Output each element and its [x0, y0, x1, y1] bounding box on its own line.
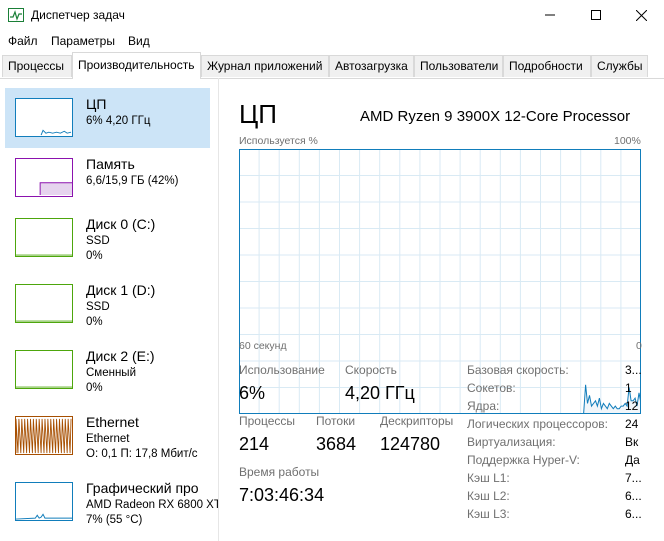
cpu-detail-panel: ЦП AMD Ryzen 9 3900X 12-Core Processor И…: [219, 78, 664, 541]
sidebar-item-disk2[interactable]: Диск 2 (E:) Сменный 0%: [5, 340, 210, 400]
page-title: ЦП: [239, 99, 277, 129]
sidebar-disk2-type: Сменный: [86, 367, 136, 379]
sidebar-disk1-type: SSD: [86, 301, 110, 313]
sidebar-disk0-type: SSD: [86, 235, 110, 247]
minimize-icon: [545, 14, 555, 16]
l1-cache-label: Кэш L1:: [467, 471, 510, 485]
resource-sidebar: ЦП 6% 4,20 ГГц Память 6,6/15,9 ГБ (42%) …: [0, 78, 219, 541]
usage-label: Использование: [239, 363, 325, 377]
graph-y-label: Используется %: [239, 135, 318, 147]
sidebar-gpu-title: Графический про: [86, 480, 199, 496]
title-bar: Диспетчер задач: [0, 0, 664, 30]
virtualization-label: Виртуализация:: [467, 435, 556, 449]
cores-label: Ядра:: [467, 399, 500, 413]
base-speed-value: 3...: [625, 363, 642, 377]
handles-value: 124780: [380, 434, 441, 454]
sidebar-cpu-title: ЦП: [86, 96, 107, 112]
tab-app-history[interactable]: Журнал приложений: [201, 55, 329, 77]
menu-view[interactable]: Вид: [128, 34, 150, 48]
gpu-thumbnail-graph: [15, 482, 73, 521]
task-manager-icon: [8, 8, 24, 22]
close-button[interactable]: [618, 0, 664, 30]
sidebar-ethernet-throughput: О: 0,1 П: 17,8 Мбит/с: [86, 448, 198, 460]
sidebar-item-disk1[interactable]: Диск 1 (D:) SSD 0%: [5, 274, 210, 334]
sockets-label: Сокетов:: [467, 381, 516, 395]
sidebar-gpu-usage: 7% (55 °C): [86, 514, 143, 526]
sidebar-item-ethernet[interactable]: Ethernet Ethernet О: 0,1 П: 17,8 Мбит/с: [5, 406, 210, 466]
tab-users[interactable]: Пользователи: [414, 55, 503, 77]
cores-value: 12: [625, 399, 639, 413]
maximize-button[interactable]: [573, 0, 619, 30]
sidebar-disk1-usage: 0%: [86, 316, 103, 328]
tab-performance[interactable]: Производительность: [72, 52, 201, 79]
l3-cache-value: 6...: [625, 507, 642, 521]
uptime-value: 7:03:46:34: [239, 485, 325, 505]
sockets-value: 1: [625, 381, 632, 395]
hyper-v-label: Поддержка Hyper-V:: [467, 453, 580, 467]
virtualization-value: Вк: [625, 435, 639, 449]
sidebar-disk0-title: Диск 0 (C:): [86, 216, 156, 232]
hyper-v-value: Да: [625, 453, 640, 467]
sidebar-memory-title: Память: [86, 156, 135, 172]
handles-label: Дескрипторы: [380, 414, 454, 428]
menu-options[interactable]: Параметры: [51, 34, 115, 48]
sidebar-ethernet-title: Ethernet: [86, 414, 139, 430]
minimize-button[interactable]: [527, 0, 573, 30]
logical-processors-value: 24: [625, 417, 639, 431]
graph-time-label: 60 секунд: [239, 340, 287, 352]
speed-label: Скорость: [345, 363, 397, 377]
ethernet-thumbnail-graph: [15, 416, 73, 455]
processes-value: 214: [239, 434, 270, 454]
cpu-thumbnail-graph: [15, 98, 73, 137]
sidebar-disk0-usage: 0%: [86, 250, 103, 262]
sidebar-ethernet-adapter: Ethernet: [86, 433, 130, 445]
sidebar-item-gpu[interactable]: Графический про AMD Radeon RX 6800 XT 7%…: [5, 472, 218, 532]
threads-value: 3684: [316, 434, 357, 454]
threads-label: Потоки: [316, 414, 356, 428]
base-speed-label: Базовая скорость:: [467, 363, 569, 377]
menu-bar: Файл Параметры Вид: [0, 30, 664, 52]
window-title: Диспетчер задач: [31, 8, 125, 22]
sidebar-gpu-model: AMD Radeon RX 6800 XT: [86, 499, 219, 511]
processor-name: AMD Ryzen 9 3900X 12-Core Processor: [360, 108, 631, 125]
disk2-thumbnail-graph: [15, 350, 73, 389]
l3-cache-label: Кэш L3:: [467, 507, 510, 521]
maximize-icon: [591, 10, 601, 20]
logical-processors-label: Логических процессоров:: [467, 417, 608, 431]
processes-label: Процессы: [239, 414, 296, 428]
l2-cache-value: 6...: [625, 489, 642, 503]
disk1-thumbnail-graph: [15, 284, 73, 323]
memory-thumbnail-graph: [15, 158, 73, 197]
sidebar-disk1-title: Диск 1 (D:): [86, 282, 156, 298]
l1-cache-value: 7...: [625, 471, 642, 485]
sidebar-cpu-sub: 6% 4,20 ГГц: [86, 115, 151, 127]
sidebar-disk2-title: Диск 2 (E:): [86, 348, 155, 364]
tab-services[interactable]: Службы: [591, 55, 648, 77]
l2-cache-label: Кэш L2:: [467, 489, 510, 503]
speed-value: 4,20 ГГц: [345, 383, 415, 403]
graph-zero-label: 0: [636, 340, 642, 352]
sidebar-item-cpu[interactable]: ЦП 6% 4,20 ГГц: [5, 88, 210, 148]
sidebar-disk2-usage: 0%: [86, 382, 103, 394]
tab-processes[interactable]: Процессы: [2, 55, 72, 77]
menu-file[interactable]: Файл: [8, 34, 38, 48]
graph-max-label: 100%: [614, 135, 641, 147]
sidebar-item-memory[interactable]: Память 6,6/15,9 ГБ (42%): [5, 148, 210, 208]
sidebar-memory-sub: 6,6/15,9 ГБ (42%): [86, 175, 179, 187]
uptime-label: Время работы: [239, 465, 320, 479]
tab-details[interactable]: Подробности: [503, 55, 591, 77]
usage-value: 6%: [239, 383, 266, 403]
tab-startup[interactable]: Автозагрузка: [329, 55, 414, 77]
disk0-thumbnail-graph: [15, 218, 73, 257]
close-icon: [635, 9, 647, 21]
tab-strip: Процессы Производительность Журнал прило…: [0, 52, 664, 79]
sidebar-item-disk0[interactable]: Диск 0 (C:) SSD 0%: [5, 208, 210, 268]
